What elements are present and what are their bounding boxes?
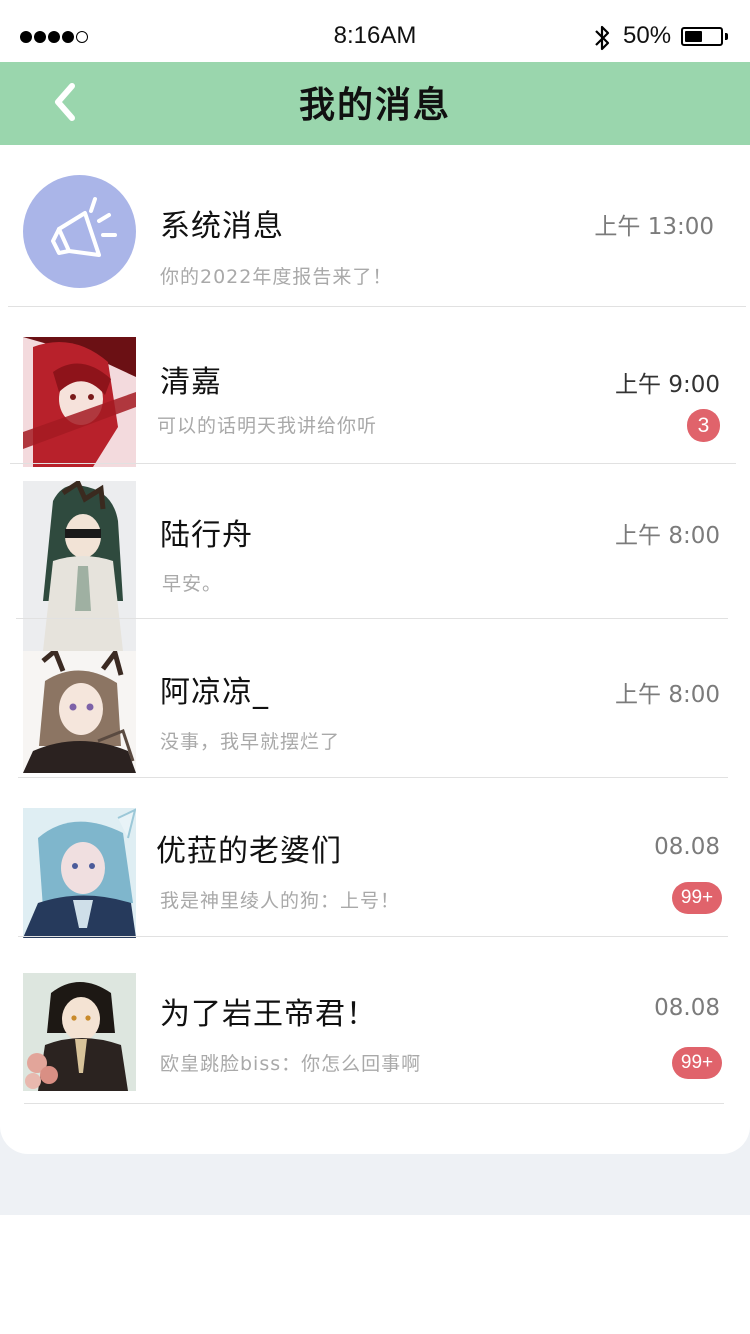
bluetooth-icon xyxy=(595,25,610,51)
conversation-name: 系统消息 xyxy=(160,209,284,244)
conversation-name: 阿凉凉_ xyxy=(160,675,269,710)
conversation-aliangliang[interactable]: 阿凉凉_ 没事，我早就摆烂了 上午 8:00 xyxy=(0,619,750,777)
conversation-system-messages[interactable]: 系统消息 你的2022年度报告来了！ 上午 13:00 xyxy=(0,145,750,306)
megaphone-icon xyxy=(51,197,117,257)
avatar xyxy=(23,651,136,773)
row-divider xyxy=(24,1103,724,1104)
conversation-time: 上午 13:00 xyxy=(594,214,714,240)
page-title: 我的消息 xyxy=(298,85,451,126)
conversation-time: 08.08 xyxy=(654,995,720,1021)
conversation-time: 上午 8:00 xyxy=(615,523,720,549)
conversation-preview: 你的2022年度报告来了！ xyxy=(160,266,393,288)
system-avatar xyxy=(23,175,136,288)
status-bar: 8:16AM 50% xyxy=(0,0,750,62)
avatar xyxy=(23,337,136,467)
avatar xyxy=(23,973,136,1091)
conversation-eula-wives[interactable]: 优菈的老婆们 我是神里绫人的狗：上号！ 08.08 99+ xyxy=(0,778,750,938)
conversation-name: 为了岩王帝君！ xyxy=(160,997,377,1032)
conversation-time: 上午 8:00 xyxy=(615,682,720,708)
conversation-luxingzhou[interactable]: 陆行舟 早安。 上午 8:00 xyxy=(0,464,750,651)
conversation-preview: 早安。 xyxy=(162,573,223,595)
conversation-preview: 没事，我早就摆烂了 xyxy=(160,731,341,753)
conversation-name: 清嘉 xyxy=(160,365,222,400)
message-list: 系统消息 你的2022年度报告来了！ 上午 13:00 清嘉 可以的话明天我讲给… xyxy=(0,145,750,1154)
unread-badge: 3 xyxy=(687,409,720,442)
battery-icon xyxy=(681,27,723,46)
nav-header: 我的消息 xyxy=(0,62,750,145)
conversation-qingjia[interactable]: 清嘉 可以的话明天我讲给你听 上午 9:00 3 xyxy=(0,307,750,467)
unread-badge: 99+ xyxy=(672,1047,722,1079)
unread-badge: 99+ xyxy=(672,882,722,914)
conversation-name: 陆行舟 xyxy=(160,518,253,553)
conversation-time: 08.08 xyxy=(654,834,720,860)
conversation-preview: 可以的话明天我讲给你听 xyxy=(157,415,378,437)
conversation-time: 上午 9:00 xyxy=(615,372,720,398)
conversation-preview: 我是神里绫人的狗：上号！ xyxy=(160,890,401,912)
battery-percentage: 50% xyxy=(623,22,672,49)
avatar xyxy=(23,808,136,938)
conversation-preview: 欧皇跳脸biss：你怎么回事啊 xyxy=(160,1053,422,1075)
conversation-name: 优菈的老婆们 xyxy=(156,834,342,869)
conversation-rex-lapis[interactable]: 为了岩王帝君！ 欧皇跳脸biss：你怎么回事啊 08.08 99+ xyxy=(0,937,750,1103)
